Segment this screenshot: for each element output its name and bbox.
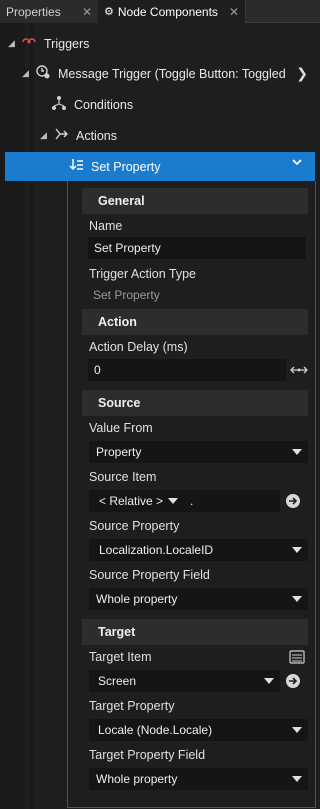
tree-item-label: Conditions bbox=[74, 97, 134, 112]
name-field[interactable]: Set Property bbox=[88, 237, 306, 259]
trigger-action-type-label: Trigger Action Type bbox=[89, 267, 197, 281]
target-property-field-dropdown[interactable]: Whole property bbox=[89, 768, 308, 790]
tree-item-label: Set Property bbox=[91, 159, 161, 174]
dropdown-arrow-icon bbox=[292, 547, 302, 553]
action-delay-label: Action Delay (ms) bbox=[89, 340, 188, 354]
navigate-arrow-icon[interactable] bbox=[285, 493, 301, 509]
source-property-field-value: Whole property bbox=[96, 592, 178, 606]
action-delay-field[interactable]: 0 bbox=[88, 359, 286, 381]
tree-item-label: Triggers bbox=[44, 36, 90, 51]
section-source-header[interactable]: Source bbox=[82, 390, 308, 416]
expand-caret-icon[interactable]: ◢ bbox=[22, 68, 34, 79]
tab-node-components[interactable]: ⚙ Node Components ✕ bbox=[98, 0, 246, 23]
target-item-dropdown[interactable]: Screen bbox=[89, 670, 280, 692]
dropdown-arrow-icon bbox=[168, 498, 178, 504]
conditions-icon bbox=[50, 95, 68, 114]
section-target-header[interactable]: Target bbox=[82, 619, 308, 645]
close-icon[interactable]: ✕ bbox=[82, 5, 92, 19]
dropdown-arrow-icon bbox=[292, 776, 302, 782]
target-property-dropdown[interactable]: Locale (Node.Locale) bbox=[89, 719, 308, 741]
tab-properties-label: Properties bbox=[6, 4, 61, 19]
section-action-header[interactable]: Action bbox=[82, 309, 308, 335]
source-item-dropdown[interactable]: < Relative > bbox=[89, 490, 184, 512]
target-item-value: Screen bbox=[98, 674, 137, 688]
source-item-value: < Relative > bbox=[99, 494, 164, 508]
tree-item-set-property[interactable]: Set Property bbox=[5, 152, 315, 181]
source-item-path-field[interactable]: . bbox=[184, 490, 280, 512]
value-from-dropdown[interactable]: Property bbox=[89, 441, 308, 463]
tree-item-triggers[interactable]: ◢ Triggers bbox=[0, 28, 320, 59]
value-from-value: Property bbox=[96, 445, 142, 459]
source-property-value: Localization.LocaleID bbox=[99, 543, 214, 557]
dropdown-arrow-icon bbox=[264, 678, 274, 684]
expand-caret-icon[interactable]: ◢ bbox=[40, 130, 52, 141]
tree-item-conditions[interactable]: Conditions bbox=[0, 89, 320, 120]
actions-icon bbox=[52, 127, 70, 144]
tree-item-message-trigger[interactable]: ◢ Message Trigger (Toggle Button: Toggle… bbox=[0, 58, 320, 89]
source-property-field-label: Source Property Field bbox=[89, 568, 210, 582]
node-picker-icon[interactable] bbox=[288, 648, 306, 666]
dropdown-arrow-icon bbox=[292, 449, 302, 455]
triggers-icon bbox=[20, 36, 38, 51]
target-property-value: Locale (Node.Locale) bbox=[98, 723, 213, 737]
set-property-icon bbox=[67, 157, 85, 176]
close-icon[interactable]: ✕ bbox=[229, 5, 239, 19]
tab-properties[interactable]: Properties ✕ bbox=[0, 0, 98, 23]
details-panel: General Name Set Property Trigger Action… bbox=[67, 181, 316, 808]
value-from-label: Value From bbox=[89, 421, 153, 435]
source-property-dropdown[interactable]: Localization.LocaleID bbox=[89, 539, 308, 561]
tab-node-components-label: Node Components bbox=[117, 4, 218, 19]
source-property-label: Source Property bbox=[89, 519, 180, 533]
node-components-icon: ⚙ bbox=[104, 6, 114, 18]
tree-item-label: Actions bbox=[76, 128, 117, 143]
tab-bar: Properties ✕ ⚙ Node Components ✕ bbox=[0, 0, 320, 23]
source-property-field-dropdown[interactable]: Whole property bbox=[89, 588, 308, 610]
drag-adjust-icon[interactable] bbox=[290, 362, 308, 378]
navigate-arrow-icon[interactable] bbox=[285, 673, 301, 689]
chevron-right-icon[interactable]: ❯ bbox=[296, 65, 308, 82]
expand-caret-icon[interactable]: ◢ bbox=[8, 38, 20, 49]
target-property-label: Target Property bbox=[89, 699, 175, 713]
target-property-field-value: Whole property bbox=[96, 772, 178, 786]
dropdown-arrow-icon bbox=[292, 596, 302, 602]
target-property-field-label: Target Property Field bbox=[89, 748, 206, 762]
name-label: Name bbox=[89, 219, 123, 233]
tree-item-label: Message Trigger (Toggle Button: Toggled … bbox=[58, 66, 288, 81]
source-item-label: Source Item bbox=[89, 470, 157, 484]
message-trigger-icon bbox=[34, 64, 52, 83]
chevron-down-icon[interactable] bbox=[292, 157, 302, 167]
dropdown-arrow-icon bbox=[292, 727, 302, 733]
section-general-header[interactable]: General bbox=[82, 188, 308, 214]
tree-item-actions[interactable]: ◢ Actions bbox=[0, 120, 320, 151]
target-item-label: Target Item bbox=[89, 650, 152, 664]
trigger-action-type-value: Set Property bbox=[93, 288, 160, 302]
